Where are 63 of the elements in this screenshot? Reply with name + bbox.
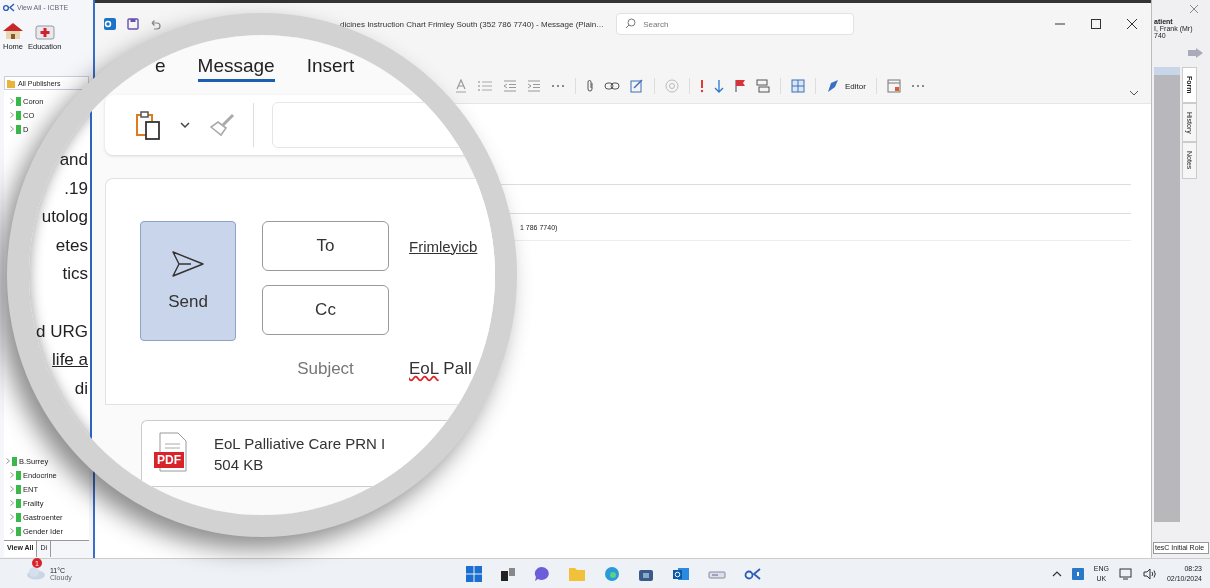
pen-icon <box>826 79 840 93</box>
font-color-icon[interactable] <box>455 79 467 93</box>
subject-label: Subject <box>296 359 355 379</box>
sidebar-text: tics <box>61 263 89 285</box>
to-button[interactable]: To <box>262 221 389 271</box>
form-icon[interactable] <box>886 79 901 93</box>
search-field[interactable]: Search <box>616 13 855 35</box>
paste-icon[interactable] <box>135 110 161 140</box>
attachment-size: 504 KB <box>214 455 265 473</box>
sidebar-text: .19 <box>63 177 89 200</box>
ribbon-tab[interactable]: Insert <box>306 55 355 82</box>
down-arrow-icon[interactable] <box>714 79 724 93</box>
ribbon-tab[interactable]: e <box>155 55 166 82</box>
chat-icon[interactable] <box>534 566 550 582</box>
attachment-name: EoL Palliative Care PRN I <box>214 434 386 452</box>
outdent-icon[interactable] <box>503 80 517 92</box>
tray-app-icon[interactable] <box>1071 568 1084 580</box>
category-icon[interactable] <box>756 79 770 93</box>
chevron-icon[interactable] <box>1129 90 1139 96</box>
windows-start-icon[interactable] <box>466 566 482 582</box>
grid-icon[interactable] <box>791 79 805 93</box>
exclamation-icon[interactable] <box>700 79 704 93</box>
cc-button[interactable]: Cc <box>262 285 389 335</box>
mail-app-icon[interactable] <box>103 17 117 31</box>
signature-icon[interactable] <box>630 79 644 93</box>
browser-icon[interactable] <box>604 566 620 582</box>
more-icon[interactable] <box>910 84 925 88</box>
recipient-link[interactable]: Frimleyicb <box>409 237 478 255</box>
undo-icon[interactable] <box>149 18 161 30</box>
sidebar-text: d URG <box>35 320 89 343</box>
indent-icon[interactable] <box>527 80 541 92</box>
sidebar-text: utolog <box>40 206 89 228</box>
folder-icon <box>7 78 15 88</box>
medical-kit-icon <box>34 22 55 40</box>
search-icon <box>625 18 637 29</box>
sidebar-text: life a <box>51 349 89 371</box>
subject-field[interactable]: EoL Pall <box>409 359 472 379</box>
more-icon[interactable] <box>551 84 565 88</box>
editor-button[interactable]: Editor <box>826 79 866 93</box>
send-icon <box>171 250 205 278</box>
mail-app-icon[interactable] <box>672 566 690 582</box>
task-view-icon[interactable] <box>500 566 516 582</box>
sidebar-text: etes <box>54 234 89 257</box>
ribbon-tab[interactable]: Message <box>197 55 275 82</box>
bullet-list-icon[interactable] <box>477 80 493 92</box>
close-icon[interactable] <box>1127 19 1137 29</box>
send-button[interactable]: Send <box>140 221 236 341</box>
app-logo-icon <box>3 2 15 12</box>
house-icon <box>2 22 24 40</box>
sidebar-text: di <box>73 377 89 400</box>
flag-icon[interactable] <box>734 79 746 93</box>
link-icon[interactable] <box>604 81 620 91</box>
paperclip-icon[interactable] <box>586 79 594 93</box>
maximize-icon[interactable] <box>1091 19 1101 29</box>
chevron-up-icon[interactable] <box>1051 571 1062 577</box>
cloud-icon[interactable] <box>26 564 46 580</box>
speaker-icon[interactable] <box>1142 568 1157 580</box>
caret-icon[interactable] <box>179 121 191 129</box>
app-logo-icon[interactable] <box>744 567 762 581</box>
brush-icon[interactable] <box>209 113 235 137</box>
sidebar-text: and <box>58 149 89 171</box>
save-icon[interactable] <box>127 18 139 30</box>
window-title: dicines Instruction Chart Frimley South (352 786 7740) - Message (Plain… <box>340 19 605 29</box>
